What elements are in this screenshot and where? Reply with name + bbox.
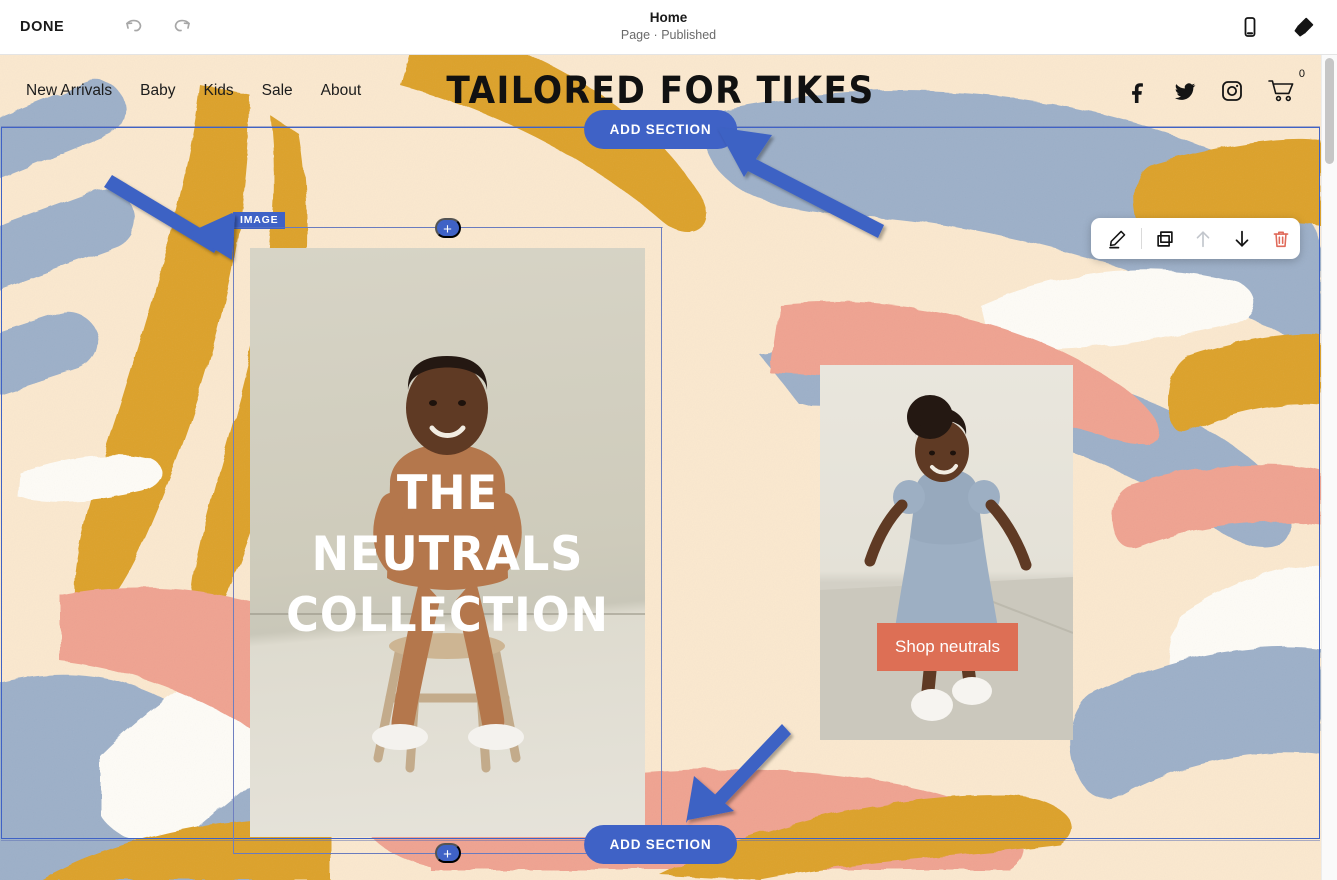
move-down-icon[interactable]	[1223, 218, 1262, 259]
add-element-above-button[interactable]: +	[434, 218, 461, 238]
toolbar-separator	[1140, 228, 1142, 249]
page-title: Home	[649, 10, 688, 25]
editor-top-bar: DONE Home Page · Published	[0, 0, 1337, 55]
editor-actions	[1237, 14, 1317, 40]
selected-image-block[interactable]: IMAGE + + THE NEUTRALS COLLECTION	[233, 212, 663, 863]
add-section-button-bottom[interactable]: ADD SECTION	[583, 825, 738, 864]
hero-heading-line-1: THE NEUTRALS	[311, 466, 584, 582]
move-up-icon	[1184, 218, 1223, 259]
hero-heading: THE NEUTRALS COLLECTION	[260, 463, 635, 646]
delete-trash-icon[interactable]	[1261, 218, 1300, 259]
add-section-button-top[interactable]: ADD SECTION	[583, 110, 738, 149]
page-meta: Home Page · Published	[0, 9, 1337, 44]
page-scrollbar[interactable]	[1321, 55, 1337, 880]
hero-photo: THE NEUTRALS COLLECTION	[250, 248, 645, 837]
undo-icon[interactable]	[121, 14, 147, 40]
site-logo-text: TAILORED FOR TIKES	[446, 69, 875, 112]
hero-heading-line-2: COLLECTION	[286, 588, 609, 643]
scrollbar-thumb[interactable]	[1325, 58, 1334, 164]
mobile-phone-icon[interactable]	[1237, 14, 1263, 40]
shop-neutrals-button[interactable]: Shop neutrals	[877, 623, 1018, 671]
edit-pencil-icon[interactable]	[1098, 218, 1137, 259]
cart-button[interactable]: 0	[1267, 68, 1305, 105]
duplicate-icon[interactable]	[1146, 218, 1185, 259]
shopping-cart-icon	[1267, 77, 1297, 105]
paintbrush-icon[interactable]	[1291, 14, 1317, 40]
undo-redo-group	[121, 14, 195, 40]
done-button[interactable]: DONE	[20, 19, 64, 35]
page-canvas: New Arrivals Baby Kids Sale About TAILOR…	[0, 55, 1321, 880]
cart-count-badge: 0	[1298, 67, 1305, 80]
promo-photo-card[interactable]: Shop neutrals	[820, 365, 1073, 740]
promo-photo-subject	[820, 395, 1073, 740]
redo-icon[interactable]	[169, 14, 195, 40]
page-status: Page · Published	[620, 28, 717, 42]
element-toolbar	[1091, 218, 1300, 259]
add-element-below-button[interactable]: +	[434, 843, 461, 863]
